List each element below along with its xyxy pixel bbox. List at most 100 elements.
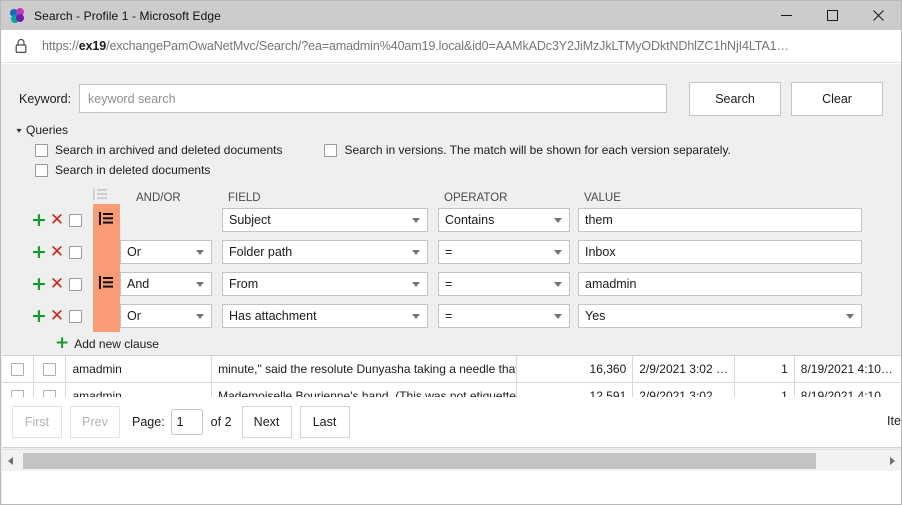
cell-from: amadmin <box>66 356 212 383</box>
group-handle-icon[interactable] <box>99 276 114 292</box>
add-new-clause-label: Add new clause <box>74 337 159 351</box>
close-button[interactable] <box>855 1 901 30</box>
clear-button[interactable]: Clear <box>791 82 883 116</box>
maximize-button[interactable] <box>809 1 855 30</box>
horizontal-scrollbar[interactable] <box>2 449 901 471</box>
checkbox-icon[interactable] <box>324 144 337 157</box>
table-row[interactable]: amadmin minute," said the resolute Dunya… <box>2 356 901 383</box>
chevron-down-icon: ▾ <box>16 126 21 135</box>
row-select-checkbox[interactable] <box>69 278 82 291</box>
remove-row-icon[interactable]: ✕ <box>50 308 64 325</box>
checkbox-search-versions[interactable]: Search in versions. The match will be sh… <box>324 143 730 157</box>
row-checkbox-cell[interactable] <box>2 383 34 398</box>
field-select-value: Folder path <box>229 245 292 259</box>
checkbox-label: Search in versions. The match will be sh… <box>344 143 730 157</box>
group-indicator-cell[interactable] <box>93 204 120 236</box>
cell-date: 2/9/2021 3:02 … <box>633 356 734 383</box>
group-indicator-cell[interactable] <box>93 268 120 300</box>
field-select[interactable]: From <box>222 272 428 296</box>
window-controls <box>763 1 901 30</box>
search-input[interactable] <box>79 84 667 113</box>
query-options-row-1: Search in archived and deleted documents… <box>1 143 901 157</box>
chevron-down-icon <box>846 314 854 319</box>
andor-select-value: And <box>127 277 149 291</box>
queries-section-header[interactable]: ▾ Queries <box>1 123 901 137</box>
add-row-icon[interactable]: + <box>31 275 47 294</box>
table-row[interactable]: amadmin Mademoiselle Bourienne's hand. (… <box>2 383 901 397</box>
window-title: Search - Profile 1 - Microsoft Edge <box>34 9 221 23</box>
chevron-down-icon <box>412 250 420 255</box>
operator-select[interactable]: = <box>438 272 570 296</box>
field-select[interactable]: Folder path <box>222 240 428 264</box>
value-select[interactable]: Yes <box>578 304 862 328</box>
clause-row-actions: + ✕ <box>17 243 65 262</box>
plus-icon: + <box>55 335 69 352</box>
triangle-right-icon <box>890 457 895 465</box>
checkbox-icon[interactable] <box>35 144 48 157</box>
field-select[interactable]: Subject <box>222 208 428 232</box>
page-total-label: of 2 <box>211 415 232 429</box>
field-select[interactable]: Has attachment <box>222 304 428 328</box>
last-page-button[interactable]: Last <box>300 406 350 438</box>
cell-size: 12,591 <box>517 383 633 398</box>
checkbox-icon[interactable] <box>43 390 56 398</box>
page-number-input[interactable] <box>171 409 203 435</box>
next-page-button[interactable]: Next <box>242 406 292 438</box>
url-text: https://ex19/exchangePamOwaNetMvc/Search… <box>42 39 789 53</box>
remove-row-icon[interactable]: ✕ <box>50 212 64 229</box>
add-row-icon[interactable]: + <box>31 307 47 326</box>
group-indicator-cell[interactable] <box>93 236 120 268</box>
checkbox-icon[interactable] <box>43 363 56 376</box>
row-select-checkbox[interactable] <box>69 214 82 227</box>
cell-date: 2/9/2021 3:02 <box>633 383 734 398</box>
add-new-clause-button[interactable]: + Add new clause <box>17 335 901 352</box>
checkbox-icon[interactable] <box>11 363 24 376</box>
andor-select[interactable]: Or <box>120 240 212 264</box>
chevron-down-icon <box>554 314 562 319</box>
row-checkbox-cell-2[interactable] <box>34 383 66 398</box>
chevron-down-icon <box>412 218 420 223</box>
scrollbar-track[interactable] <box>19 450 884 472</box>
cell-count: 1 <box>735 356 795 383</box>
checkbox-search-deleted[interactable]: Search in deleted documents <box>35 163 210 177</box>
cell-from: amadmin <box>66 383 212 398</box>
scroll-right-button[interactable] <box>884 450 901 472</box>
checkbox-search-archived-deleted[interactable]: Search in archived and deleted documents <box>35 143 282 157</box>
checkbox-icon[interactable] <box>11 390 24 398</box>
andor-select[interactable]: And <box>120 272 212 296</box>
operator-select[interactable]: Contains <box>438 208 570 232</box>
andor-select[interactable]: Or <box>120 304 212 328</box>
group-handle-icon[interactable] <box>99 212 114 228</box>
scrollbar-thumb[interactable] <box>23 453 816 469</box>
row-select-checkbox[interactable] <box>69 310 82 323</box>
remove-row-icon[interactable]: ✕ <box>50 276 64 293</box>
operator-select[interactable]: = <box>438 240 570 264</box>
field-select-value: Has attachment <box>229 309 317 323</box>
row-select-checkbox[interactable] <box>69 246 82 259</box>
scroll-left-button[interactable] <box>2 450 19 472</box>
keyword-row: Keyword: Search Clear <box>1 64 901 119</box>
checkbox-label: Search in deleted documents <box>55 163 210 177</box>
value-input[interactable] <box>578 240 862 264</box>
group-indicator-cell[interactable] <box>93 300 120 332</box>
row-checkbox-cell[interactable] <box>2 356 34 383</box>
add-row-icon[interactable]: + <box>31 243 47 262</box>
operator-select-value: = <box>445 309 452 323</box>
column-header-operator: OPERATOR <box>438 192 578 204</box>
first-page-button[interactable]: First <box>12 406 62 438</box>
minimize-button[interactable] <box>763 1 809 30</box>
checkbox-icon[interactable] <box>35 164 48 177</box>
address-bar[interactable]: https://ex19/exchangePamOwaNetMvc/Search… <box>1 30 901 63</box>
items-count-label: Ite <box>887 414 901 428</box>
add-row-icon[interactable]: + <box>31 211 47 230</box>
chevron-down-icon <box>554 282 562 287</box>
operator-select[interactable]: = <box>438 304 570 328</box>
column-header-value: VALUE <box>578 192 870 204</box>
row-checkbox-cell-2[interactable] <box>34 356 66 383</box>
remove-row-icon[interactable]: ✕ <box>50 244 64 261</box>
value-input[interactable] <box>578 208 862 232</box>
value-input[interactable] <box>578 272 862 296</box>
chevron-down-icon <box>196 314 204 319</box>
search-button[interactable]: Search <box>689 82 781 116</box>
prev-page-button[interactable]: Prev <box>70 406 120 438</box>
